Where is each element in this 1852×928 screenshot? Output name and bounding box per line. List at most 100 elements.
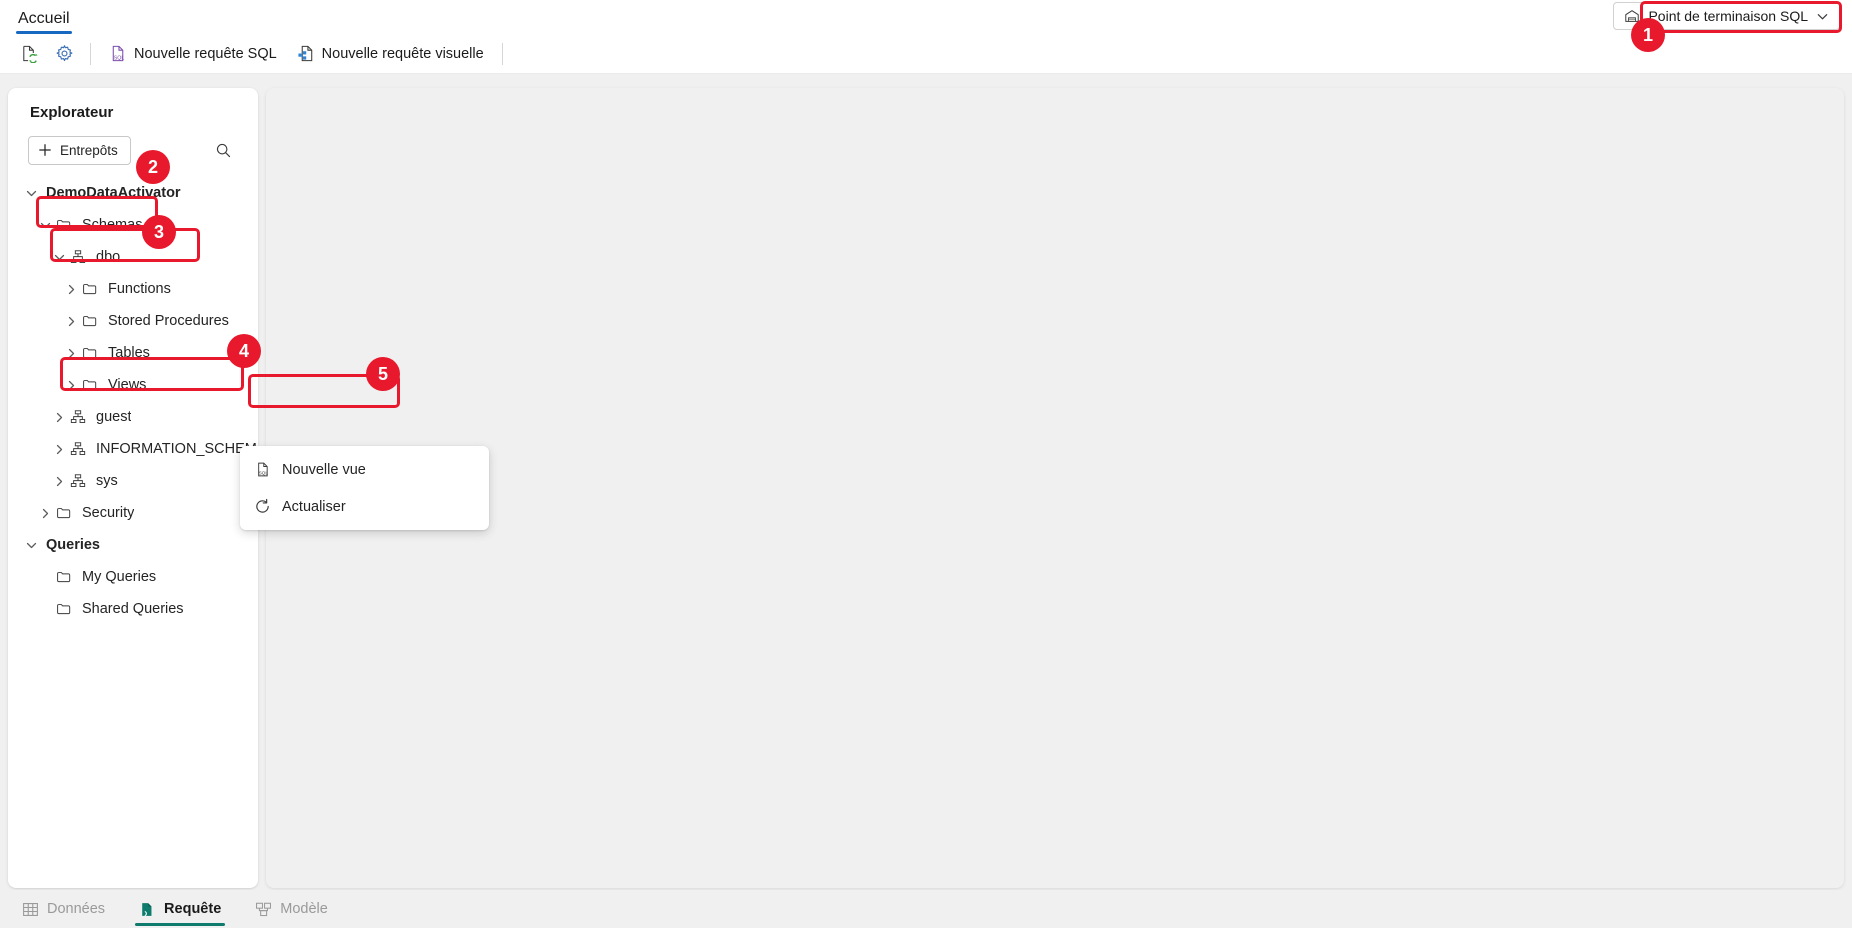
add-warehouse-button[interactable]: Entrepôts	[28, 135, 131, 165]
folder-icon	[80, 281, 100, 297]
tree-node-information-schema[interactable]: INFORMATION_SCHEMA	[8, 433, 258, 465]
tree-node-schemas[interactable]: Schemas	[8, 209, 258, 241]
tree-chevron-spacer	[36, 600, 54, 618]
warehouse-icon	[1624, 8, 1640, 24]
endpoint-picker-wrap: Point de terminaison SQL	[1613, 2, 1840, 30]
sql-file-icon: SQL	[254, 461, 271, 478]
tree-node-label: guest	[96, 409, 132, 425]
sql-endpoint-selector[interactable]: Point de terminaison SQL	[1613, 2, 1840, 30]
tree-node-label: Stored Procedures	[108, 313, 229, 329]
explorer-actions: Entrepôts	[28, 121, 238, 171]
new-sql-query-button[interactable]: SQL Nouvelle requête SQL	[101, 39, 285, 69]
chevron-down-icon[interactable]	[22, 184, 40, 202]
bottom-tab-requete[interactable]: Requête	[127, 890, 233, 928]
schema-icon	[68, 441, 88, 457]
folder-icon	[54, 601, 74, 617]
search-button[interactable]	[208, 135, 238, 165]
folder-icon	[80, 377, 100, 393]
chevron-right-icon[interactable]	[62, 344, 80, 362]
folder-icon	[54, 217, 74, 233]
tree-node-label: Security	[82, 505, 135, 521]
toolbar-divider-2	[501, 42, 503, 65]
chevron-right-icon[interactable]	[50, 472, 68, 490]
chevron-down-icon[interactable]	[22, 536, 40, 554]
sql-file-icon: SQL	[109, 44, 128, 63]
explorer-title: Explorateur	[30, 104, 114, 121]
ribbon-toolbar: SQL Nouvelle requête SQL Nouvelle requêt…	[0, 34, 1852, 74]
folder-icon	[80, 313, 100, 329]
folder-icon	[54, 505, 74, 521]
query-canvas[interactable]	[266, 88, 1844, 888]
ribbon-tab-bar: Accueil	[0, 0, 1852, 34]
tree-node-shared-queries[interactable]: Shared Queries	[8, 593, 258, 625]
query-icon	[139, 901, 156, 918]
chevron-right-icon[interactable]	[62, 312, 80, 330]
ribbon-group-primary: SQL Nouvelle requête SQL Nouvelle requêt…	[0, 34, 511, 73]
chevron-down-icon[interactable]	[36, 216, 54, 234]
add-warehouse-label: Entrepôts	[60, 142, 118, 158]
tree-chevron-spacer	[36, 568, 54, 586]
chevron-right-icon[interactable]	[62, 376, 80, 394]
tree-node-security[interactable]: Security	[8, 497, 258, 529]
tree-node-label: sys	[96, 473, 118, 489]
search-icon	[215, 142, 232, 159]
tree-node-label: INFORMATION_SCHEMA	[96, 441, 258, 457]
ribbon-tab-accueil[interactable]: Accueil	[8, 6, 80, 34]
plus-icon	[38, 143, 52, 157]
bottom-tab-donnees[interactable]: Données	[10, 890, 117, 928]
tree-node-dbo[interactable]: dbo	[8, 241, 258, 273]
chevron-right-icon[interactable]	[36, 504, 54, 522]
tree-node-sys[interactable]: sys	[8, 465, 258, 497]
tree-node-views[interactable]: Views	[8, 369, 258, 401]
refresh-button[interactable]	[14, 39, 45, 69]
tree-node-label: Views	[108, 377, 147, 393]
bottom-tab-label: Requête	[164, 901, 222, 917]
chevron-right-icon[interactable]	[50, 408, 68, 426]
folder-icon	[80, 345, 100, 361]
tree-node-label: dbo	[96, 249, 121, 265]
explorer-panel: Explorateur Entrepôts DemoDataActivator …	[8, 88, 258, 888]
tree-node-my-queries[interactable]: My Queries	[8, 561, 258, 593]
schema-icon	[68, 249, 88, 265]
model-icon	[255, 901, 272, 918]
context-menu-item-new-view[interactable]: SQL Nouvelle vue	[240, 451, 489, 488]
views-context-menu: SQL Nouvelle vue Actualiser	[240, 446, 489, 530]
bottom-tab-modele[interactable]: Modèle	[243, 890, 340, 928]
grid-icon	[22, 901, 39, 918]
tree-node-label: DemoDataActivator	[46, 185, 181, 201]
bottom-tab-bar: Données Requête Modèle	[0, 890, 1852, 928]
visual-query-icon	[297, 44, 316, 63]
workspace: Explorateur Entrepôts DemoDataActivator …	[0, 75, 1852, 890]
tree-node-demodataactivator[interactable]: DemoDataActivator	[8, 177, 258, 209]
schema-icon	[68, 409, 88, 425]
context-menu-label: Nouvelle vue	[282, 461, 366, 478]
chevron-right-icon[interactable]	[50, 440, 68, 458]
settings-gear-icon	[55, 44, 74, 63]
sql-endpoint-label: Point de terminaison SQL	[1648, 8, 1808, 24]
refresh-document-icon	[20, 44, 39, 63]
tree-node-label: My Queries	[82, 569, 157, 585]
svg-text:SQL: SQL	[114, 55, 125, 61]
chevron-down-icon	[1816, 10, 1829, 23]
context-menu-item-refresh[interactable]: Actualiser	[240, 488, 489, 525]
settings-button[interactable]	[49, 39, 80, 69]
tree-node-guest[interactable]: guest	[8, 401, 258, 433]
chevron-right-icon[interactable]	[62, 280, 80, 298]
context-menu-label: Actualiser	[282, 498, 346, 515]
new-visual-query-label: Nouvelle requête visuelle	[321, 45, 484, 62]
tree-node-label: Queries	[46, 537, 100, 553]
bottom-tab-label: Données	[47, 901, 106, 917]
chevron-down-icon[interactable]	[50, 248, 68, 266]
folder-icon	[54, 569, 74, 585]
tree-node-stored-procedures[interactable]: Stored Procedures	[8, 305, 258, 337]
svg-text:SQL: SQL	[259, 471, 269, 476]
ribbon-tab-label: Accueil	[18, 10, 70, 27]
new-sql-query-label: Nouvelle requête SQL	[134, 45, 277, 62]
tree-node-label: Tables	[108, 345, 150, 361]
tree-node-queries[interactable]: Queries	[8, 529, 258, 561]
tree-node-tables[interactable]: Tables	[8, 337, 258, 369]
tree-node-functions[interactable]: Functions	[8, 273, 258, 305]
tree-node-label: Functions	[108, 281, 171, 297]
new-visual-query-button[interactable]: Nouvelle requête visuelle	[289, 39, 492, 69]
tree-node-label: Schemas	[82, 217, 143, 233]
